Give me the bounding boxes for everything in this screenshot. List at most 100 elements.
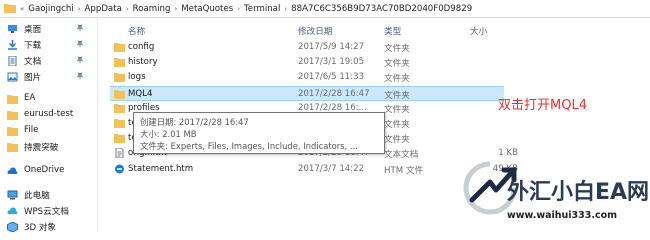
folder-icon xyxy=(114,103,125,113)
folder-icon xyxy=(114,58,125,68)
sidebar-item[interactable]: 持震突破 xyxy=(0,139,96,155)
folder-icon xyxy=(7,95,18,104)
file-name: config xyxy=(128,42,155,52)
sidebar-item-label: 3D 对象 xyxy=(24,223,57,233)
sidebar-item[interactable]: 桌面 xyxy=(0,21,96,37)
watermark-url: www.waihui333.com xyxy=(507,210,618,221)
picture-icon xyxy=(7,72,18,82)
annotation-label: 双击打开MQL4 xyxy=(498,98,587,113)
address-bar[interactable]: « Gaojingchi › AppData › Roaming › MetaQuotes ›… xyxy=(0,0,650,18)
sidebar-item[interactable]: 下载 xyxy=(0,37,96,53)
file-name: logs xyxy=(128,72,146,83)
file-date: 2017/2/28 16:47 xyxy=(298,88,370,99)
file-type: 文件夹 xyxy=(384,74,410,85)
breadcrumb-separator-icon[interactable]: › xyxy=(237,5,240,13)
breadcrumb-separator-icon[interactable]: › xyxy=(126,5,129,13)
sidebar-item[interactable]: WPS云文档 xyxy=(0,203,96,219)
breadcrumb-item[interactable]: MetaQuotes xyxy=(181,4,233,14)
sidebar-item-label: 此电脑 xyxy=(24,191,50,201)
folder-icon xyxy=(114,89,125,99)
file-name: history xyxy=(128,57,158,68)
file-type: 文件夹 xyxy=(384,90,410,101)
sidebar-item[interactable]: 文档 xyxy=(0,53,96,69)
breadcrumb-item[interactable]: Gaojingchi xyxy=(28,4,73,14)
file-type: 文件夹 xyxy=(384,44,410,54)
tooltip-contents: 文件夹: Experts, Files, Images, Include, In… xyxy=(140,141,358,151)
onedrive-icon xyxy=(7,167,18,174)
cloud-icon xyxy=(7,207,18,214)
sidebar-item[interactable]: 3D 对象 xyxy=(0,219,96,235)
sidebar-item[interactable]: 此电脑 xyxy=(0,187,96,203)
folder-icon xyxy=(7,111,18,120)
column-header-row: 名称 修改日期 类型 大小 xyxy=(98,22,650,38)
sidebar-item-label: 桌面 xyxy=(24,25,42,35)
sidebar-item-label: OneDrive xyxy=(24,165,65,175)
sidebar-item[interactable]: EA xyxy=(0,91,96,107)
sidebar-item-label: File xyxy=(24,125,39,135)
watermark: 外汇小白EA网 www.waihui333.com xyxy=(462,160,650,232)
folder-icon xyxy=(4,4,16,13)
sidebar-item[interactable]: File xyxy=(0,123,96,139)
sidebar-item-label: 下载 xyxy=(24,41,42,51)
file-type: HTM 文件 xyxy=(384,165,424,176)
pin-icon xyxy=(76,40,84,48)
folder-icon xyxy=(114,73,125,83)
watermark-text: 外汇小白EA网 xyxy=(507,180,650,205)
column-header-size[interactable]: 大小 xyxy=(470,25,487,37)
file-name: Statement.htm xyxy=(128,163,194,174)
file-name: MQL4 xyxy=(128,88,153,99)
file-date: 2017/3/7 14:22 xyxy=(298,163,365,174)
folder-icon xyxy=(7,143,18,152)
sidebar-item[interactable]: 图片 xyxy=(0,69,96,85)
sidebar-item-label: 文档 xyxy=(24,57,42,67)
sidebar-item-label: WPS云文档 xyxy=(24,207,69,217)
file-size: 1 KB xyxy=(498,148,518,159)
breadcrumb-item[interactable]: Roaming xyxy=(133,4,171,14)
pin-icon xyxy=(76,72,84,80)
computer-icon xyxy=(7,190,18,200)
sidebar-item-label: eurusd-test xyxy=(24,109,74,119)
sidebar-item[interactable]: eurusd-test xyxy=(0,107,96,123)
breadcrumb: « Gaojingchi › AppData › Roaming › MetaQuotes ›… xyxy=(20,2,472,15)
sidebar-item-label: EA xyxy=(24,93,36,103)
file-row[interactable]: MQL4 2017/2/28 16:47 文件夹 xyxy=(110,85,504,101)
file-date: 2017/3/1 19:05 xyxy=(298,57,365,68)
breadcrumb-item[interactable]: 88A7C6C356B9D73AC70BD2040F0D9829 xyxy=(291,4,472,14)
file-row[interactable]: logs 2017/6/5 11:33 文件夹 xyxy=(98,70,650,85)
breadcrumb-separator-icon[interactable]: › xyxy=(174,5,177,13)
column-header-date[interactable]: 修改日期 xyxy=(298,25,332,37)
folder-icon xyxy=(114,134,125,144)
column-header-name[interactable]: 名称 xyxy=(128,25,145,37)
file-row[interactable]: history 2017/3/1 19:05 文件夹 xyxy=(98,55,650,70)
file-type: 文本文档 xyxy=(384,150,419,161)
file-type: 文件夹 xyxy=(384,120,410,130)
tooltip-size: 大小: 2.01 MB xyxy=(140,129,197,139)
file-type: 文件夹 xyxy=(384,59,410,70)
breadcrumb-item[interactable]: Terminal xyxy=(244,4,280,14)
folder-icon xyxy=(114,43,125,52)
folder-icon xyxy=(7,127,18,136)
file-date: 2017/5/9 14:27 xyxy=(298,42,365,52)
breadcrumb-overflow[interactable]: « xyxy=(20,5,24,13)
file-type: 文件夹 xyxy=(384,135,410,146)
folder-info-tooltip: 创建日期: 2017/2/28 16:47 大小: 2.01 MB 文件夹: E… xyxy=(133,112,385,154)
text-file-icon xyxy=(115,148,124,159)
file-date: 2017/6/5 11:33 xyxy=(298,72,365,83)
document-icon xyxy=(8,56,17,66)
breadcrumb-separator-icon[interactable]: › xyxy=(284,5,287,13)
column-header-type[interactable]: 类型 xyxy=(384,25,401,37)
folder-icon xyxy=(114,119,125,128)
file-type: 文件夹 xyxy=(384,104,410,115)
breadcrumb-item[interactable]: AppData xyxy=(85,4,122,14)
sidebar-item-label: 图片 xyxy=(24,73,42,83)
pin-icon xyxy=(76,56,84,64)
tooltip-created: 创建日期: 2017/2/28 16:47 xyxy=(140,117,249,127)
navigation-pane: 桌面下载文档图片 EA eurusd-test File 持震突破 OneDrive 此电脑… xyxy=(0,18,98,235)
sidebar-item-label: 持震突破 xyxy=(24,143,59,153)
breadcrumb-separator-icon[interactable]: › xyxy=(78,5,81,13)
pin-icon xyxy=(76,24,84,32)
download-icon xyxy=(8,40,17,50)
sidebar-item[interactable]: OneDrive xyxy=(0,163,96,179)
desktop-icon xyxy=(8,25,17,33)
file-row[interactable]: config 2017/5/9 14:27 文件夹 xyxy=(98,40,650,55)
